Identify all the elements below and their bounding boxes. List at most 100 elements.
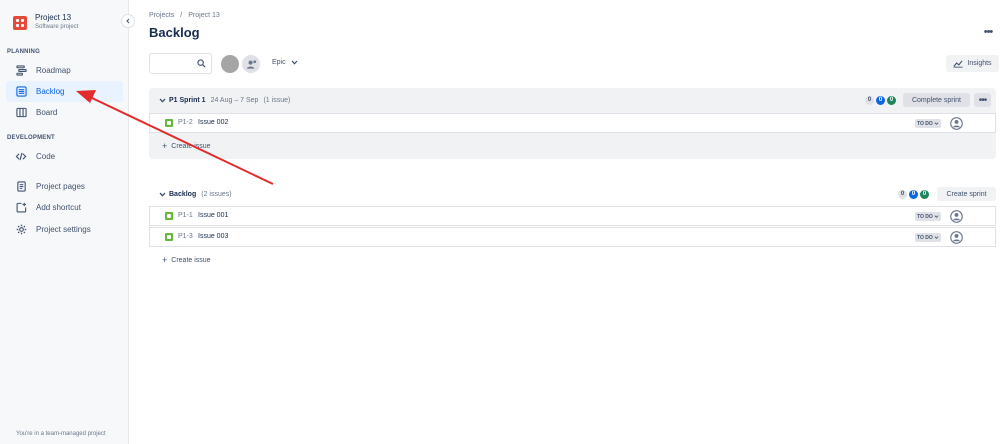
sidebar-item-project-pages[interactable]: Project pages <box>6 176 123 197</box>
sprint-name: P1 Sprint 1 <box>169 96 206 104</box>
search-icon <box>197 59 206 68</box>
sidebar-item-label: Board <box>36 108 58 117</box>
breadcrumb: Projects / Project 13 <box>149 12 220 19</box>
breadcrumb-projects[interactable]: Projects <box>149 12 174 19</box>
sidebar-item-add-shortcut[interactable]: Add shortcut <box>6 197 123 218</box>
issue-row[interactable]: P1-1 Issue 001 TO DO <box>149 206 996 226</box>
backlog-name: Backlog <box>169 190 197 198</box>
breadcrumb-separator: / <box>180 12 183 19</box>
insights-chart-icon <box>953 60 963 68</box>
in-progress-count-badge: 0 <box>876 96 885 105</box>
issue-summary[interactable]: Issue 003 <box>198 233 228 240</box>
more-icon: ••• <box>983 26 994 38</box>
sidebar-item-project-settings[interactable]: Project settings <box>6 219 123 240</box>
page-title: Backlog <box>149 25 200 40</box>
story-icon <box>165 212 173 220</box>
sprint-issue-count: (1 issue) <box>263 96 291 104</box>
sidebar-item-board[interactable]: Board <box>6 102 123 123</box>
done-count-badge: 0 <box>887 96 896 105</box>
sidebar-item-roadmap[interactable]: Roadmap <box>6 60 123 81</box>
story-icon <box>165 233 173 241</box>
sidebar-item-label: Project settings <box>36 225 91 234</box>
backlog-status-counts: 0 0 0 <box>898 190 929 199</box>
status-label: TO DO <box>917 234 933 241</box>
sprint-more-button[interactable]: ••• <box>974 93 991 107</box>
status-dropdown[interactable]: TO DO <box>915 119 941 128</box>
gear-icon <box>15 224 27 236</box>
create-issue-button[interactable]: + Create issue <box>162 141 211 151</box>
issue-summary[interactable]: Issue 002 <box>198 119 228 126</box>
insights-button[interactable]: Insights <box>946 55 999 72</box>
issue-key[interactable]: P1-2 <box>178 119 193 126</box>
sidebar: Project 13 Software project PLANNING Roa… <box>0 0 129 444</box>
sidebar-item-label: Code <box>36 152 56 161</box>
main-content: Projects / Project 13 Backlog ••• Epic I… <box>129 0 1000 444</box>
status-dropdown[interactable]: TO DO <box>915 233 941 242</box>
section-title-development: DEVELOPMENT <box>7 135 55 141</box>
breadcrumb-project[interactable]: Project 13 <box>188 12 220 19</box>
add-person-icon <box>246 59 256 69</box>
todo-count-badge: 0 <box>865 96 874 105</box>
create-sprint-button[interactable]: Create sprint <box>937 187 996 201</box>
backlog-icon <box>15 86 27 98</box>
project-type: Software project <box>35 24 79 30</box>
chevron-down-icon <box>291 60 298 65</box>
issue-key[interactable]: P1-1 <box>178 212 193 219</box>
plus-icon: + <box>162 141 168 151</box>
issue-row[interactable]: P1-3 Issue 003 TO DO <box>149 227 996 247</box>
create-issue-label: Create issue <box>171 142 211 150</box>
complete-sprint-button[interactable]: Complete sprint <box>903 93 970 107</box>
backlog-header[interactable]: Backlog (2 issues) <box>149 184 232 204</box>
project-name: Project 13 <box>35 13 72 22</box>
chevron-down-icon <box>934 236 939 239</box>
issue-summary[interactable]: Issue 001 <box>198 212 228 219</box>
status-label: TO DO <box>917 213 933 220</box>
add-people-button[interactable] <box>242 55 260 73</box>
board-icon <box>15 107 27 119</box>
unassigned-avatar-icon[interactable] <box>950 210 963 223</box>
status-label: TO DO <box>917 120 933 127</box>
more-actions-button[interactable]: ••• <box>980 25 996 39</box>
page-icon <box>15 181 27 193</box>
add-shortcut-icon <box>15 202 27 214</box>
plus-icon: + <box>162 255 168 265</box>
sprint-status-counts: 0 0 0 <box>865 96 896 105</box>
collapse-sidebar-button[interactable] <box>121 14 135 28</box>
backlog-issue-count: (2 issues) <box>201 190 232 198</box>
backlog-container: Backlog (2 issues) 0 0 0 Create sprint P… <box>149 184 996 274</box>
insights-label: Insights <box>967 60 992 67</box>
story-icon <box>165 119 173 127</box>
code-icon <box>15 151 27 163</box>
project-logo-icon <box>13 15 27 30</box>
more-icon: ••• <box>978 94 987 106</box>
sprint-container: P1 Sprint 1 24 Aug – 7 Sep (1 issue) 0 0… <box>149 88 996 159</box>
chevron-down-icon[interactable] <box>158 96 167 105</box>
in-progress-count-badge: 0 <box>909 190 918 199</box>
chevron-down-icon[interactable] <box>158 190 167 199</box>
roadmap-icon <box>15 65 27 77</box>
create-issue-label: Create issue <box>171 256 211 264</box>
sidebar-item-label: Backlog <box>36 87 65 96</box>
team-managed-note: You're in a team-managed project <box>16 431 106 437</box>
sidebar-item-label: Project pages <box>36 182 85 191</box>
epic-filter-label: Epic <box>272 59 286 66</box>
sprint-dates: 24 Aug – 7 Sep <box>210 96 259 104</box>
todo-count-badge: 0 <box>898 190 907 199</box>
sidebar-item-code[interactable]: Code <box>6 146 123 167</box>
issue-key[interactable]: P1-3 <box>178 233 193 240</box>
project-header[interactable]: Project 13 Software project <box>13 13 78 32</box>
unassigned-avatar-icon[interactable] <box>950 117 963 130</box>
issue-row[interactable]: P1-2 Issue 002 TO DO <box>149 113 996 133</box>
section-title-planning: PLANNING <box>7 49 40 55</box>
avatar[interactable] <box>221 55 239 73</box>
sprint-header[interactable]: P1 Sprint 1 24 Aug – 7 Sep (1 issue) <box>149 88 290 112</box>
chevron-down-icon <box>934 215 939 218</box>
epic-filter-dropdown[interactable]: Epic <box>272 59 298 66</box>
done-count-badge: 0 <box>920 190 929 199</box>
create-issue-button[interactable]: + Create issue <box>162 255 211 265</box>
sidebar-item-backlog[interactable]: Backlog <box>6 81 123 102</box>
status-dropdown[interactable]: TO DO <box>915 212 941 221</box>
chevron-down-icon <box>934 122 939 125</box>
unassigned-avatar-icon[interactable] <box>950 231 963 244</box>
search-input[interactable] <box>149 53 212 74</box>
